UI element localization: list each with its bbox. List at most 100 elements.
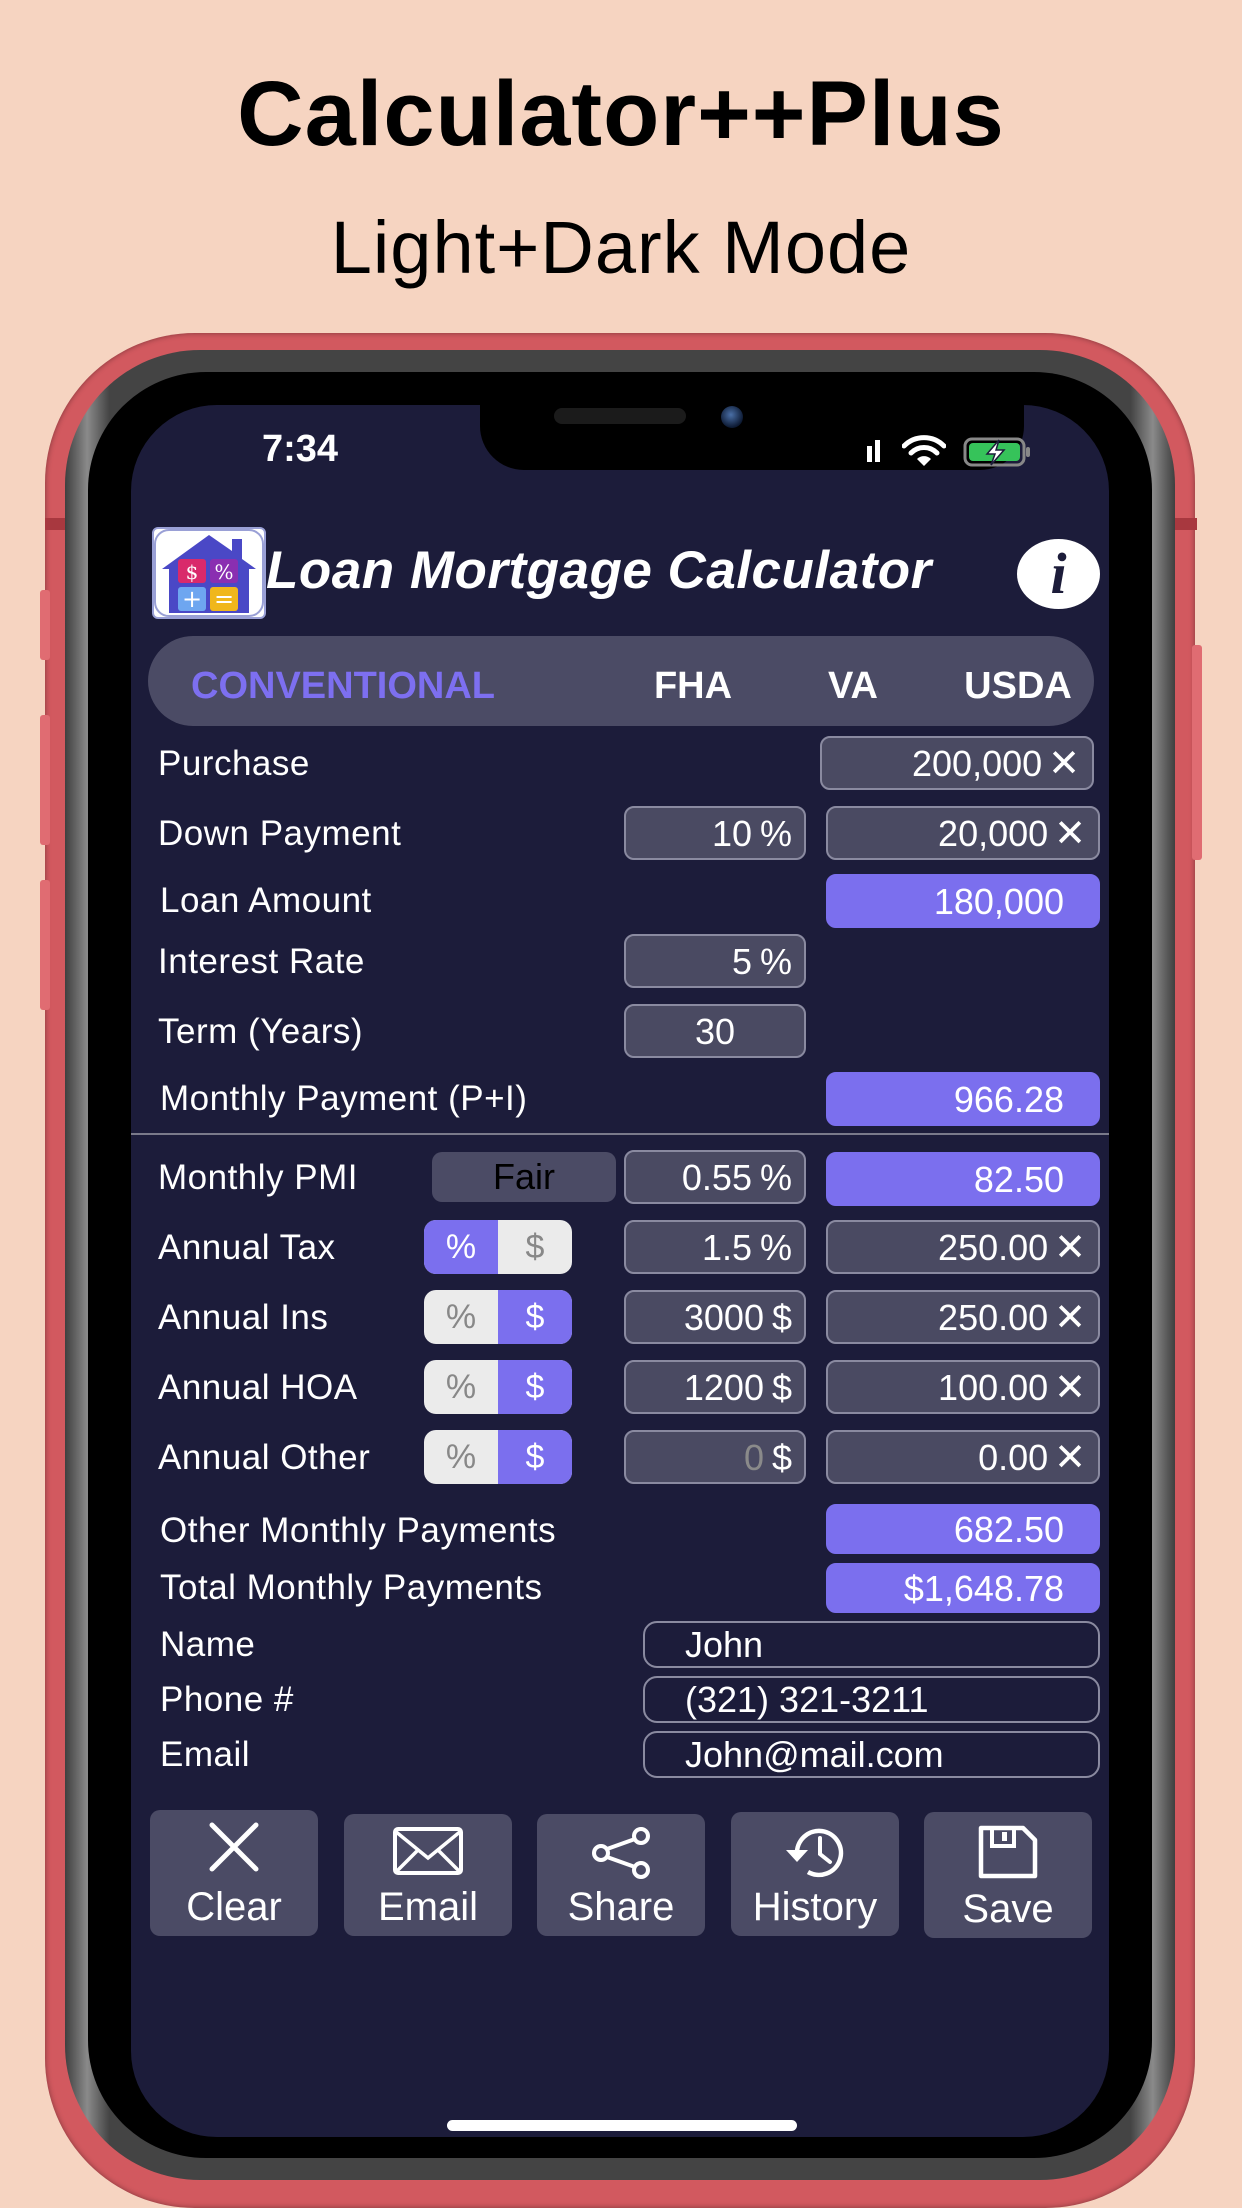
annual-tax-input[interactable]: 1.5% [624, 1220, 806, 1274]
annual-ins-input[interactable]: 3000 $ [624, 1290, 806, 1344]
antenna-band [45, 518, 67, 530]
clear-icon[interactable]: ✕ [1054, 1432, 1086, 1484]
down-payment-label: Down Payment [158, 814, 402, 853]
annual-other-monthly-value: 0.00 [978, 1437, 1049, 1478]
annual-hoa-unit-toggle[interactable]: % $ [424, 1360, 572, 1414]
email-label: Email [160, 1735, 251, 1774]
clear-icon[interactable]: ✕ [1054, 808, 1086, 860]
tab-fha[interactable]: FHA [618, 636, 768, 726]
purchase-input[interactable]: 200,000 ✕ [820, 736, 1094, 790]
annual-other-unit-toggle[interactable]: % $ [424, 1430, 572, 1484]
loan-type-tabs: CONVENTIONAL FHA VA USDA [148, 636, 1094, 726]
status-time: 7:34 [262, 428, 339, 470]
svg-text:%: % [214, 560, 233, 584]
mute-switch [40, 590, 50, 660]
annual-other-input[interactable]: 0 $ [624, 1430, 806, 1484]
credit-rating-button[interactable]: Fair [432, 1152, 616, 1202]
phone-field[interactable]: (321) 321-3211 [643, 1676, 1100, 1723]
annual-ins-monthly-value: 250.00 [938, 1297, 1049, 1338]
dollar-option[interactable]: $ [498, 1430, 572, 1484]
annual-hoa-monthly[interactable]: 100.00 ✕ [826, 1360, 1100, 1414]
percent-unit: % [759, 941, 792, 982]
percent-option[interactable]: % [424, 1430, 498, 1484]
interest-rate-value: 5 [731, 941, 752, 982]
percent-option[interactable]: % [424, 1290, 498, 1344]
close-icon [209, 1822, 259, 1872]
promo-subtitle: Light+Dark Mode [330, 206, 912, 289]
purchase-value: 200,000 [912, 743, 1043, 784]
annual-hoa-label: Annual HOA [158, 1368, 358, 1407]
annual-hoa-monthly-value: 100.00 [938, 1367, 1049, 1408]
down-payment-amount-input[interactable]: 20,000 ✕ [826, 806, 1100, 860]
dollar-option[interactable]: $ [498, 1290, 572, 1344]
annual-ins-input-value: 3000 [683, 1297, 764, 1338]
dollar-unit: $ [771, 1297, 792, 1338]
house-calculator-logo-icon: $ % + = [154, 529, 264, 617]
name-field[interactable]: John [643, 1621, 1100, 1668]
dollar-unit: $ [771, 1367, 792, 1408]
annual-ins-monthly[interactable]: 250.00 ✕ [826, 1290, 1100, 1344]
save-button[interactable]: Save [924, 1812, 1092, 1938]
speaker-grille [554, 408, 686, 424]
percent-unit: % [759, 813, 792, 854]
svg-text:+: + [182, 585, 202, 613]
clear-icon[interactable]: ✕ [1054, 1362, 1086, 1414]
annual-tax-label: Annual Tax [158, 1228, 336, 1267]
dollar-option[interactable]: $ [498, 1360, 572, 1414]
svg-text:$: $ [186, 560, 199, 584]
clear-icon[interactable]: ✕ [1054, 1222, 1086, 1274]
tab-conventional[interactable]: CONVENTIONAL [178, 636, 508, 726]
share-icon [592, 1827, 650, 1879]
annual-other-monthly[interactable]: 0.00 ✕ [826, 1430, 1100, 1484]
loan-amount-result: 180,000 [826, 874, 1100, 928]
email-button[interactable]: Email [344, 1814, 512, 1936]
battery-charging-icon [963, 437, 1030, 467]
phone-label: Phone # [160, 1680, 294, 1719]
term-label: Term (Years) [158, 1012, 364, 1051]
email-field[interactable]: John@mail.com [643, 1731, 1100, 1778]
clear-icon[interactable]: ✕ [1048, 738, 1080, 790]
tab-va[interactable]: VA [798, 636, 908, 726]
app-logo: $ % + = [152, 527, 266, 619]
annual-tax-monthly[interactable]: 250.00 ✕ [826, 1220, 1100, 1274]
pmi-rate-value: 0.55 [681, 1157, 752, 1198]
total-monthly-result: $1,648.78 [826, 1563, 1100, 1613]
pmi-rate-input[interactable]: 0.55% [624, 1150, 806, 1204]
home-indicator[interactable] [447, 2120, 797, 2131]
tab-usda[interactable]: USDA [948, 636, 1088, 726]
volume-up-button [40, 715, 50, 845]
dollar-unit: $ [771, 1437, 792, 1478]
pmi-label: Monthly PMI [158, 1158, 358, 1197]
pmi-result: 82.50 [826, 1152, 1100, 1206]
percent-option[interactable]: % [424, 1360, 498, 1414]
promo-title: Calculator++Plus [237, 63, 1005, 165]
percent-option[interactable]: % [424, 1220, 498, 1274]
annual-tax-unit-toggle[interactable]: % $ [424, 1220, 572, 1274]
clear-button[interactable]: Clear [150, 1810, 318, 1936]
term-input[interactable]: 30 [624, 1004, 806, 1058]
purchase-label: Purchase [158, 744, 310, 783]
annual-tax-monthly-value: 250.00 [938, 1227, 1049, 1268]
name-label: Name [160, 1625, 256, 1664]
dollar-option[interactable]: $ [498, 1220, 572, 1274]
percent-unit: % [759, 1227, 792, 1268]
svg-text:=: = [214, 585, 234, 613]
share-button[interactable]: Share [537, 1814, 705, 1936]
section-divider [131, 1133, 1109, 1135]
clear-icon[interactable]: ✕ [1054, 1292, 1086, 1344]
share-label: Share [567, 1885, 675, 1929]
info-button[interactable]: i [1017, 539, 1100, 609]
antenna-band [1175, 518, 1197, 530]
history-button[interactable]: History [731, 1812, 899, 1936]
other-monthly-label: Other Monthly Payments [160, 1511, 557, 1550]
annual-hoa-input[interactable]: 1200 $ [624, 1360, 806, 1414]
email-label: Email [377, 1885, 479, 1929]
annual-other-label: Annual Other [158, 1438, 371, 1477]
annual-other-placeholder: 0 [743, 1437, 764, 1478]
annual-ins-unit-toggle[interactable]: % $ [424, 1290, 572, 1344]
down-payment-percent-input[interactable]: 10% [624, 806, 806, 860]
monthly-payment-label: Monthly Payment (P+I) [160, 1079, 528, 1118]
interest-rate-input[interactable]: 5% [624, 934, 806, 988]
loan-amount-label: Loan Amount [160, 881, 372, 920]
total-monthly-label: Total Monthly Payments [160, 1568, 543, 1607]
